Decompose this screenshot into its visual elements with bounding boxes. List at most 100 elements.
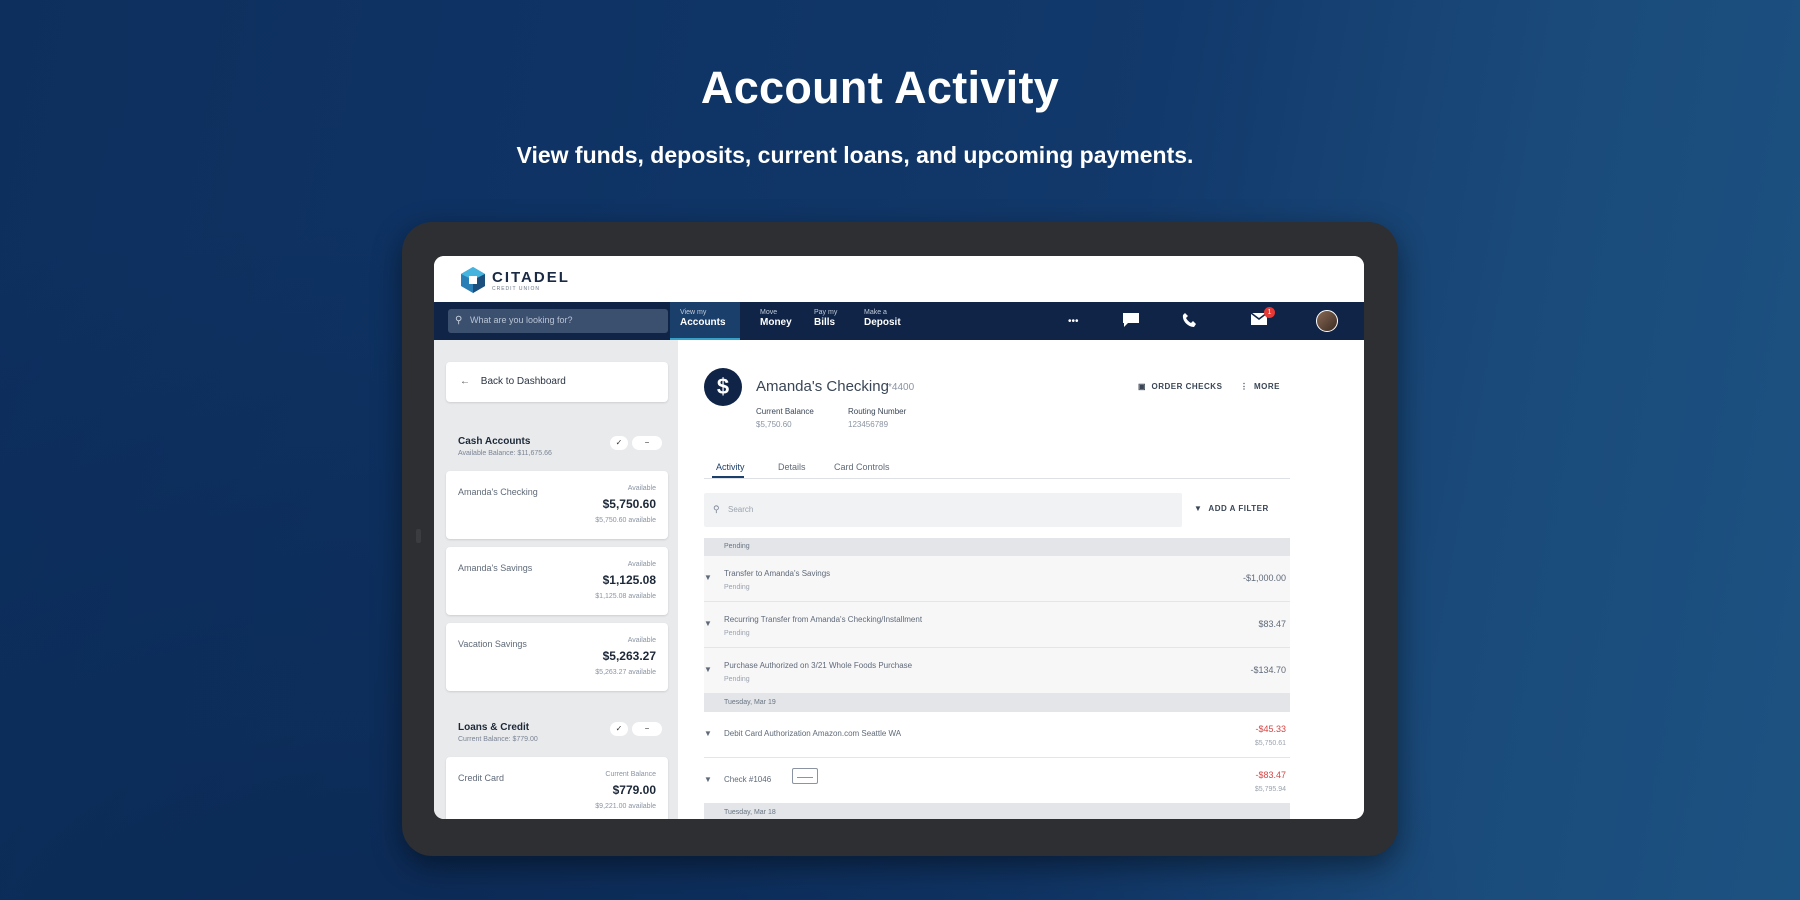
- nav-make-deposit[interactable]: Make a Deposit: [854, 302, 911, 340]
- loans-credit-title: Loans & Credit: [458, 722, 530, 733]
- transaction-amount: -$1,000.00: [1242, 573, 1286, 583]
- running-balance: $5,795.94: [1254, 786, 1286, 793]
- brand-tagline: CREDIT UNION: [492, 286, 541, 292]
- account-card-savings[interactable]: Amanda's Savings Available $1,125.08 $1,…: [446, 547, 668, 615]
- more-icon[interactable]: •••: [1068, 314, 1079, 330]
- transaction-description: Check #1046: [724, 775, 772, 784]
- transaction-status: Pending: [724, 584, 750, 591]
- account-available: $5,750.60 available: [595, 517, 656, 524]
- nav-pay-bills-label: Bills: [814, 317, 836, 328]
- account-name: Credit Card: [458, 773, 505, 783]
- cash-accounts-collapse-icon[interactable]: −: [632, 436, 662, 450]
- account-amount: $5,263.27: [602, 649, 656, 663]
- dollar-icon: $: [704, 368, 742, 406]
- tab-card-controls[interactable]: Card Controls: [834, 462, 890, 472]
- account-available: $5,263.27 available: [595, 669, 656, 676]
- transaction-row[interactable]: ▼ Recurring Transfer from Amanda's Check…: [704, 602, 1290, 648]
- citadel-logo-icon[interactable]: [460, 266, 486, 294]
- group-header-date: Tuesday, Mar 19: [704, 694, 1290, 712]
- account-amount: $779.00: [612, 783, 656, 797]
- transaction-status: Pending: [724, 630, 750, 637]
- transaction-amount: -$134.70: [1250, 665, 1286, 675]
- nav-accounts-label: Accounts: [680, 317, 726, 328]
- account-label: Available: [627, 485, 656, 492]
- global-search-placeholder: What are you looking for?: [470, 315, 573, 325]
- account-title: Amanda's Checking: [756, 378, 889, 395]
- account-name: Amanda's Checking: [458, 487, 538, 497]
- account-card-checking[interactable]: Amanda's Checking Available $5,750.60 $5…: [446, 471, 668, 539]
- nav-move-money-small: Move: [760, 309, 778, 316]
- check-image-icon[interactable]: [792, 768, 818, 784]
- chevron-down-icon[interactable]: ▼: [704, 665, 712, 674]
- current-balance-value: $5,750.60: [756, 420, 792, 429]
- cash-accounts-title: Cash Accounts: [458, 436, 531, 447]
- account-available: $9,221.00 available: [595, 803, 656, 810]
- chevron-down-icon[interactable]: ▼: [704, 729, 712, 738]
- chevron-down-icon[interactable]: ▼: [704, 619, 712, 628]
- nav-move-money-label: Money: [760, 317, 792, 328]
- page-headline: Account Activity: [700, 62, 1060, 113]
- more-label: MORE: [1253, 382, 1280, 391]
- chevron-down-icon[interactable]: ▼: [704, 775, 712, 784]
- more-button[interactable]: ⋮ MORE: [1240, 382, 1280, 391]
- transaction-description: Transfer to Amanda's Savings: [724, 569, 831, 578]
- loans-credit-subtitle: Current Balance: $779.00: [458, 736, 538, 743]
- cash-accounts-check-icon[interactable]: ✓: [610, 436, 628, 450]
- nav-pay-bills[interactable]: Pay my Bills: [804, 302, 847, 340]
- more-vertical-icon: ⋮: [1240, 382, 1254, 391]
- transaction-amount: -$45.33: [1255, 724, 1286, 734]
- order-checks-icon: ▣: [1138, 382, 1152, 391]
- back-arrow-icon: ←: [460, 376, 470, 387]
- activity-search-input[interactable]: ⚲ Search: [704, 493, 1182, 527]
- nav-accounts[interactable]: View my Accounts: [670, 302, 740, 340]
- loans-check-icon[interactable]: ✓: [610, 722, 628, 736]
- phone-icon[interactable]: [1182, 312, 1196, 332]
- account-label: Available: [627, 561, 656, 568]
- transaction-row[interactable]: ▼ Purchase Authorized on 3/21 Whole Food…: [704, 648, 1290, 694]
- account-amount: $1,125.08: [602, 573, 656, 587]
- logo-bar: CITADEL CREDIT UNION: [434, 256, 1364, 302]
- notification-badge: 1: [1264, 307, 1275, 318]
- tab-details[interactable]: Details: [778, 462, 806, 472]
- transaction-status: Pending: [724, 676, 750, 683]
- transaction-row[interactable]: ▼ Check #1046 -$83.47 $5,795.94: [704, 758, 1290, 804]
- brand-name: CITADEL: [492, 269, 570, 286]
- nav-make-deposit-label: Deposit: [864, 317, 901, 328]
- account-detail: $ Amanda's Checking *4400 ▣ ORDER CHECKS…: [678, 340, 1364, 819]
- back-label: Back to Dashboard: [480, 376, 566, 387]
- search-icon: ⚲: [713, 504, 720, 514]
- transaction-row[interactable]: ▼ Transfer to Amanda's Savings Pending -…: [704, 556, 1290, 602]
- routing-number-label: Routing Number: [848, 407, 907, 416]
- avatar[interactable]: [1316, 310, 1338, 332]
- order-checks-label: ORDER CHECKS: [1151, 382, 1223, 391]
- account-label: Current Balance: [605, 771, 656, 778]
- global-search-input[interactable]: ⚲ What are you looking for?: [448, 309, 668, 333]
- add-filter-button[interactable]: ▼ ADD A FILTER: [1194, 504, 1269, 513]
- activity-search-placeholder: Search: [728, 505, 754, 514]
- back-to-dashboard-button[interactable]: ← Back to Dashboard: [446, 362, 668, 402]
- group-header-pending: Pending: [704, 538, 1290, 556]
- account-card-vacation[interactable]: Vacation Savings Available $5,263.27 $5,…: [446, 623, 668, 691]
- nav-move-money[interactable]: Move Money: [750, 302, 802, 340]
- routing-number-value: 123456789: [848, 420, 889, 429]
- transaction-amount: -$83.47: [1255, 770, 1286, 780]
- page-subhead: View funds, deposits, current loans, and…: [516, 142, 1194, 168]
- chevron-down-icon[interactable]: ▼: [704, 573, 712, 582]
- filter-icon: ▼: [1194, 504, 1203, 513]
- add-filter-label: ADD A FILTER: [1208, 504, 1269, 513]
- tab-activity[interactable]: Activity: [716, 462, 745, 472]
- transaction-description: Purchase Authorized on 3/21 Whole Foods …: [724, 661, 913, 670]
- cash-accounts-subtitle: Available Balance: $11,675.66: [458, 450, 552, 457]
- loans-collapse-icon[interactable]: −: [632, 722, 662, 736]
- current-balance-label: Current Balance: [756, 407, 814, 416]
- transaction-description: Debit Card Authorization Amazon.com Seat…: [724, 729, 902, 738]
- chat-icon[interactable]: [1122, 312, 1140, 332]
- account-label: Available: [627, 637, 656, 644]
- transaction-row[interactable]: ▼ Debit Card Authorization Amazon.com Se…: [704, 712, 1290, 758]
- order-checks-button[interactable]: ▣ ORDER CHECKS: [1138, 382, 1222, 391]
- camera: [416, 529, 421, 543]
- account-number-mask: *4400: [888, 382, 915, 393]
- account-name: Amanda's Savings: [458, 563, 533, 573]
- account-amount: $5,750.60: [602, 497, 656, 511]
- account-card-credit[interactable]: Credit Card Current Balance $779.00 $9,2…: [446, 757, 668, 819]
